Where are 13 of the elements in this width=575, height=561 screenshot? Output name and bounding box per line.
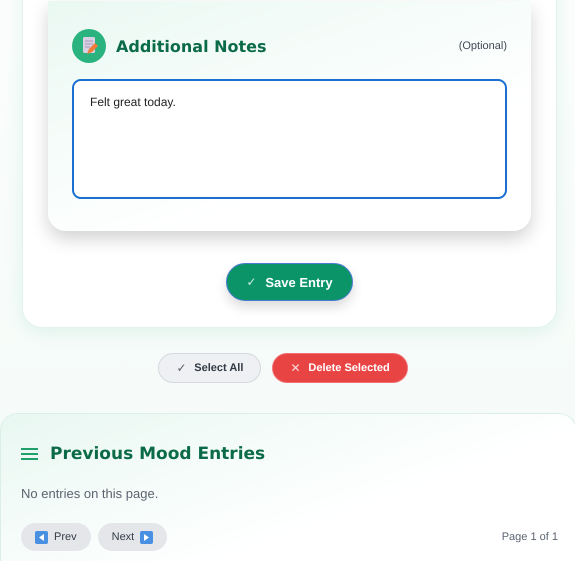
section-title: Additional Notes — [116, 36, 267, 56]
prev-button[interactable]: Prev — [21, 523, 91, 551]
empty-message: No entries on this page. — [21, 486, 160, 501]
delete-selected-button[interactable]: ✕ Delete Selected — [272, 353, 408, 383]
notes-field[interactable]: Felt great today. — [72, 79, 507, 199]
optional-label: (Optional) — [458, 40, 507, 52]
save-entry-button[interactable]: ✓ Save Entry — [226, 263, 353, 301]
next-button[interactable]: Next — [98, 523, 168, 551]
menu-icon — [21, 448, 38, 460]
page-info: Page 1 of 1 — [502, 531, 558, 543]
section-title: Previous Mood Entries — [50, 444, 266, 464]
select-all-button[interactable]: ✓ Select All — [158, 353, 262, 383]
note-pencil-icon — [72, 29, 106, 63]
